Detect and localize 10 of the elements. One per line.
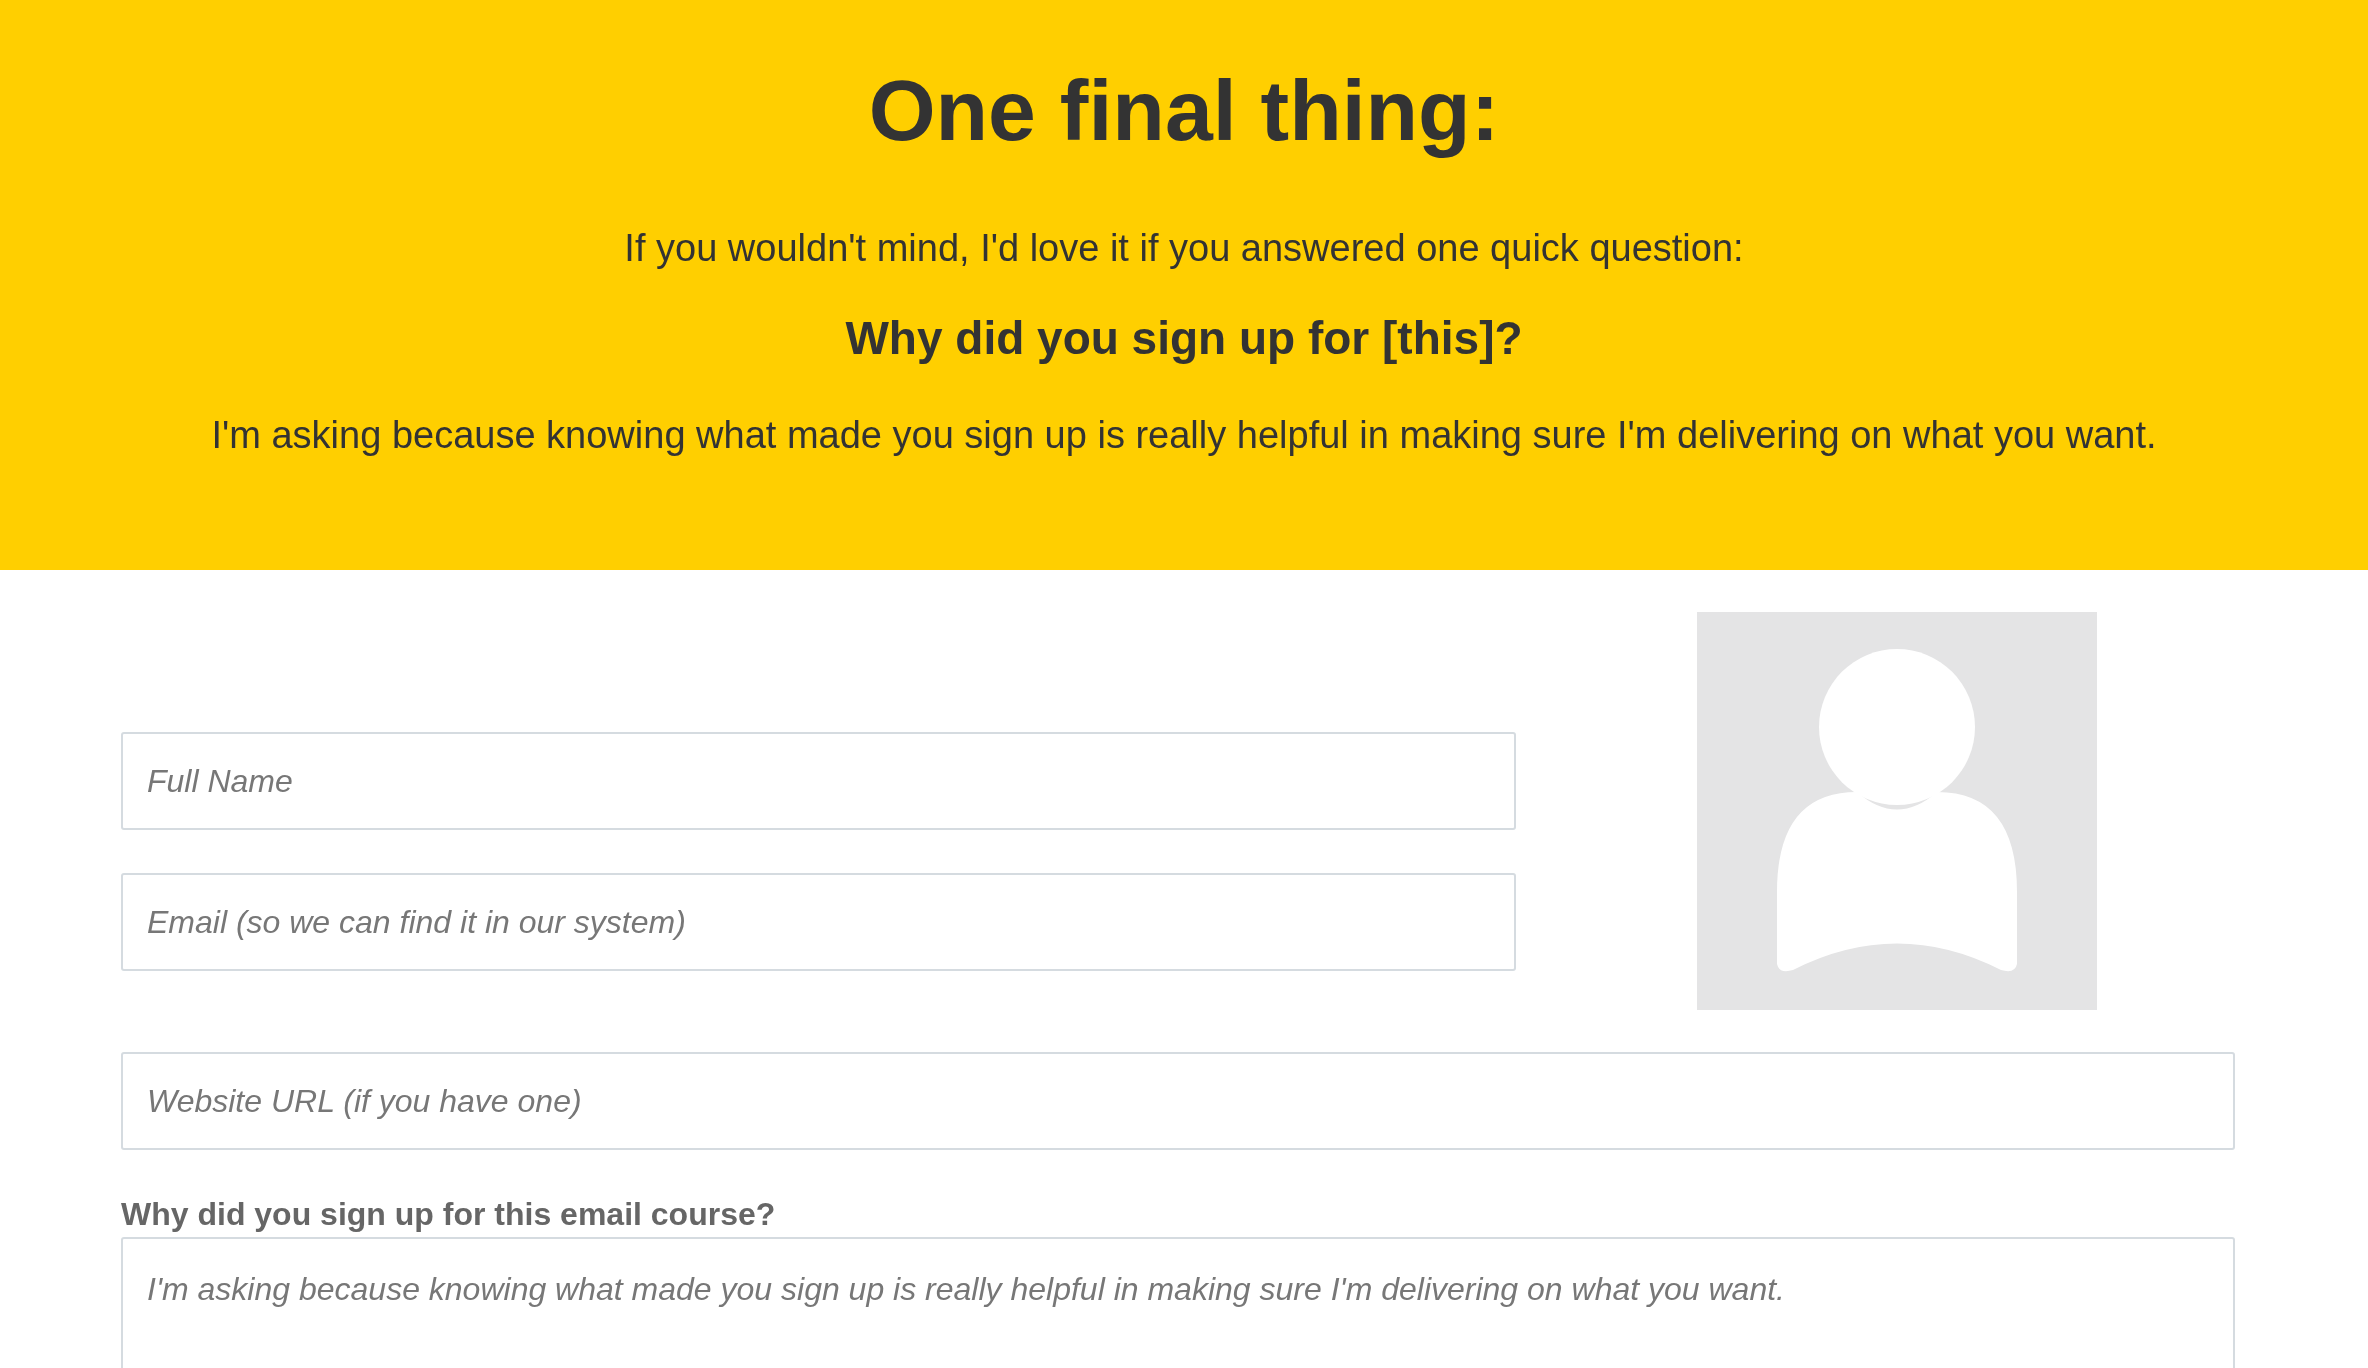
avatar-icon — [1697, 612, 2097, 1010]
answer-box[interactable]: I'm asking because knowing what made you sign up is really helpful in making sure I'm delivering on what you want. — [121, 1237, 2235, 1368]
question-label: Why did you sign up for this email course? — [121, 1195, 777, 1233]
text-field[interactable]: Full Name — [121, 732, 1516, 830]
website-field[interactable]: Website URL (if you have one) — [121, 1052, 2235, 1150]
intro-text: If you wouldn't mind, I'd love it if you answered one quick question: — [624, 226, 1744, 271]
explanation-text: I'm asking because knowing what made you sign up is really helpful in making sure I'm delivering on what you want. — [211, 413, 2157, 458]
page-title: One final thing: — [868, 61, 1500, 160]
text-field[interactable]: Email (so we can find it in our system) — [121, 873, 1516, 971]
question-heading: Why did you sign up for [this]? — [845, 312, 1523, 364]
